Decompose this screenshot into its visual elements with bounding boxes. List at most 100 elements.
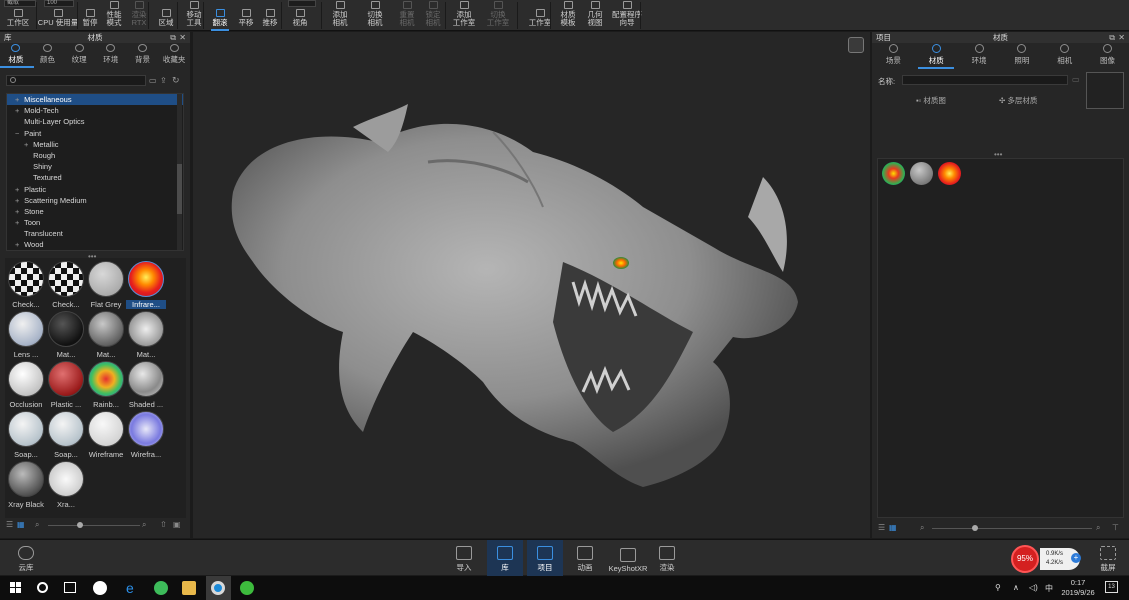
clock[interactable]: 0:17 2019/9/26: [1058, 578, 1098, 598]
material-thumbnail[interactable]: Wireframe: [87, 410, 125, 460]
material-thumbnail[interactable]: Mat...: [127, 310, 165, 360]
tab-library-0[interactable]: 材质: [0, 44, 34, 68]
toolbar-button[interactable]: 切换 相机: [362, 0, 388, 31]
toolbar-button[interactable]: 材质 模板: [557, 0, 579, 31]
tree-expander-icon[interactable]: −: [15, 128, 22, 139]
zoom-in-icon[interactable]: ⌕: [142, 520, 146, 530]
toolbar-button[interactable]: 几何 视图: [584, 0, 606, 31]
bottom-button[interactable]: 动画: [567, 540, 603, 576]
task-view-icon[interactable]: [64, 582, 76, 593]
tree-item[interactable]: + Stone: [7, 206, 183, 217]
notification-icon[interactable]: 13: [1105, 581, 1118, 593]
tree-expander-icon[interactable]: +: [15, 217, 22, 228]
bottom-button[interactable]: 项目: [527, 540, 563, 576]
list-view-icon[interactable]: ☰: [6, 520, 13, 529]
grid-view-icon[interactable]: ▦: [17, 520, 25, 529]
filter-icon[interactable]: ⊤: [1112, 523, 1119, 532]
tree-item[interactable]: + Miscellaneous: [7, 94, 183, 106]
zoom-out-icon[interactable]: ⌕: [35, 520, 39, 530]
list-view-icon[interactable]: ☰: [878, 523, 885, 532]
bottom-button[interactable]: KeyShotXR: [608, 540, 648, 576]
toolbar-button[interactable]: 添加 相机: [327, 0, 353, 31]
toolbar-button[interactable]: 渲染 RTX: [128, 0, 150, 31]
material-thumbnail[interactable]: Mat...: [47, 310, 85, 360]
tree-item[interactable]: + Wood: [7, 239, 183, 250]
zoom-out-icon[interactable]: ⌕: [920, 523, 924, 533]
close-icon[interactable]: ✕: [179, 32, 186, 43]
toolbar-button[interactable]: 区域: [155, 0, 177, 31]
tab-library-3[interactable]: 环境: [97, 44, 125, 67]
keyshot-icon[interactable]: [211, 581, 225, 595]
toolbar-button[interactable]: 移动 工具: [183, 0, 205, 31]
person-icon[interactable]: ⚲: [995, 583, 1001, 592]
tree-expander-icon[interactable]: +: [15, 206, 22, 217]
material-thumbnail[interactable]: Occlusion: [7, 360, 45, 410]
tab-project-0[interactable]: 场景: [879, 44, 907, 68]
render-viewport[interactable]: [193, 32, 870, 538]
bottom-button[interactable]: 导入: [446, 540, 482, 576]
tree-item[interactable]: Textured: [7, 172, 183, 183]
tree-item[interactable]: Shiny: [7, 161, 183, 172]
slider-knob[interactable]: [972, 525, 978, 531]
import-icon[interactable]: ⇪: [160, 76, 167, 85]
tab-library-5[interactable]: 收藏夹: [160, 44, 188, 67]
project-material-ball[interactable]: [938, 162, 961, 185]
material-thumbnail[interactable]: Lens ...: [7, 310, 45, 360]
tree-item[interactable]: Multi-Layer Optics: [7, 116, 183, 127]
material-thumbnail[interactable]: Wirefra...: [127, 410, 165, 460]
material-thumbnail[interactable]: Xray Black: [7, 460, 45, 510]
library-search-input[interactable]: [6, 75, 146, 86]
project-material-ball[interactable]: [910, 162, 933, 185]
thumbnail-size-slider[interactable]: [48, 525, 140, 526]
material-thumbnail[interactable]: Flat Grey: [87, 260, 125, 310]
material-thumbnail[interactable]: Check...: [7, 260, 45, 310]
tab-library-2[interactable]: 纹理: [65, 44, 93, 67]
float-icon[interactable]: ⧉: [170, 32, 176, 43]
screenshot-button[interactable]: 截屏: [1090, 540, 1126, 576]
toolbar-button[interactable]: 平移: [235, 0, 257, 31]
tree-expander-icon[interactable]: +: [24, 139, 31, 150]
tab-project-1[interactable]: 材质: [918, 44, 955, 69]
toolbar-button[interactable]: 工作区: [4, 0, 32, 31]
toolbar-button[interactable]: 性能 模式: [103, 0, 125, 31]
material-thumbnail[interactable]: Xra...: [47, 460, 85, 510]
material-thumbnail[interactable]: Shaded ...: [127, 360, 165, 410]
toolbar-button[interactable]: 翻滚: [209, 0, 231, 31]
tree-expander-icon[interactable]: +: [15, 195, 22, 206]
add-icon[interactable]: +: [1071, 553, 1081, 563]
material-thumbnail[interactable]: Plastic ...: [47, 360, 85, 410]
material-thumbnail[interactable]: Infrare...: [126, 260, 166, 310]
project-material-ball[interactable]: [882, 162, 905, 185]
float-icon[interactable]: ⧉: [1109, 32, 1115, 43]
folder-icon[interactable]: ▭: [149, 76, 157, 85]
search-icon[interactable]: [37, 582, 48, 593]
tray-arrow-icon[interactable]: ∧: [1013, 583, 1019, 592]
tab-project-3[interactable]: 照明: [1008, 44, 1036, 68]
toolbar-button[interactable]: 推移: [259, 0, 281, 31]
upload-icon[interactable]: ⇧: [160, 520, 167, 529]
material-name-input[interactable]: [902, 75, 1068, 85]
wechat-icon[interactable]: [240, 581, 254, 595]
refresh-icon[interactable]: ↻: [172, 75, 180, 86]
tree-item[interactable]: + Scattering Medium: [7, 195, 183, 206]
tree-expander-icon[interactable]: +: [15, 239, 22, 250]
tree-item[interactable]: − Paint: [7, 128, 183, 139]
volume-icon[interactable]: ◁): [1029, 583, 1038, 592]
material-graph-button[interactable]: ▪▫ 材质图: [916, 95, 946, 106]
ime-indicator[interactable]: 中: [1045, 583, 1053, 594]
close-icon[interactable]: ✕: [1118, 32, 1125, 43]
app-icon[interactable]: [93, 581, 107, 595]
toolbar-button[interactable]: CPU 使用量: [38, 0, 78, 31]
file-explorer-icon[interactable]: [182, 581, 196, 595]
toolbar-button[interactable]: 配置程序 向导: [611, 0, 643, 31]
bottom-button[interactable]: 库: [487, 540, 523, 576]
zoom-in-icon[interactable]: ⌕: [1096, 523, 1100, 533]
tab-project-4[interactable]: 相机: [1051, 44, 1079, 68]
tree-expander-icon[interactable]: +: [15, 184, 22, 195]
tab-project-5[interactable]: 图像: [1094, 44, 1122, 68]
toolbar-button[interactable]: 添加 工作室: [450, 0, 478, 31]
tree-scrollbar[interactable]: [177, 94, 182, 250]
cloud-library-button[interactable]: 云库: [8, 540, 44, 576]
windows-start-icon[interactable]: [10, 582, 21, 593]
fov-field[interactable]: [288, 0, 316, 7]
